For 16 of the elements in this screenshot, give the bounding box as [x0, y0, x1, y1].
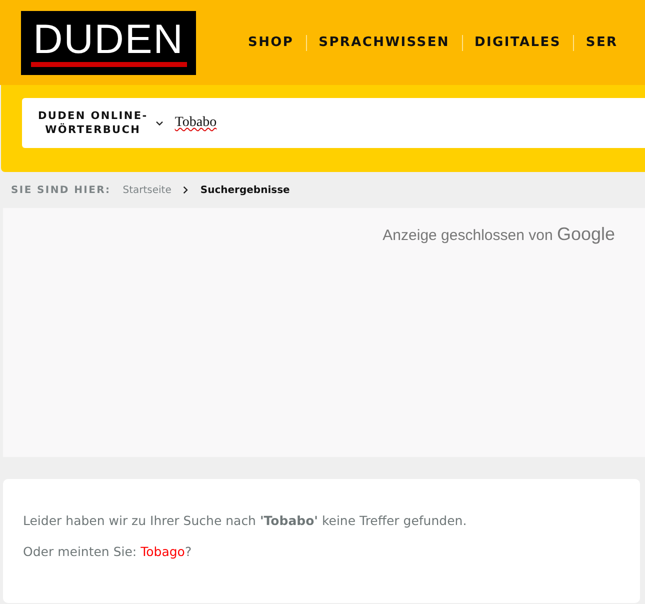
breadcrumb-link[interactable]: Suchergebnisse	[200, 184, 290, 196]
nav-link[interactable]: SER	[586, 35, 618, 50]
dictionary-dropdown[interactable]: DUDEN ONLINE- WÖRTERBUCH	[22, 109, 148, 137]
caret-icon	[156, 120, 163, 126]
chevron-icon	[183, 186, 188, 194]
breadcrumb-label: SIE SIND HIER:	[11, 184, 111, 196]
nav-link[interactable]: SHOP	[248, 35, 294, 50]
ad-closed-notice: Anzeige geschlossen von Google	[382, 224, 615, 245]
duden-logo[interactable]: DUDEN	[21, 10, 196, 74]
suggestion-text: Oder meinten Sie: Tobago?	[23, 544, 193, 559]
search-field[interactable]: DUDEN ONLINE- WÖRTERBUCH Tobabo	[22, 98, 645, 148]
no-results-message: Leider haben wir zu Ihrer Suche nach 'Tobabo' keine Treffer gefunden.	[23, 513, 468, 528]
search-value: Tobabo	[174, 115, 217, 131]
nav-link[interactable]: DIGITALES	[474, 35, 561, 50]
nav-link[interactable]: SPRACHWISSEN	[318, 35, 450, 50]
suggestion-link[interactable]: Tobago	[140, 544, 185, 559]
